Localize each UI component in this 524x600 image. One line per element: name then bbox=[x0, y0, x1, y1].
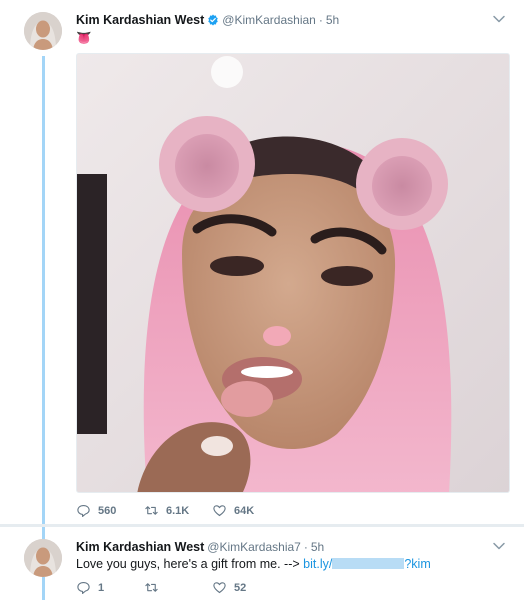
like-count: 52 bbox=[234, 581, 247, 594]
like-button[interactable]: 52 bbox=[212, 580, 280, 595]
avatar[interactable] bbox=[24, 539, 62, 577]
link-prefix: bit.ly/ bbox=[303, 557, 333, 571]
timestamp[interactable]: 5h bbox=[326, 13, 339, 27]
author-handle[interactable]: @KimKardashian bbox=[222, 13, 316, 27]
link-suffix: ?kim bbox=[404, 557, 431, 571]
timestamp[interactable]: 5h bbox=[311, 540, 324, 554]
reply-button[interactable]: 560 bbox=[76, 503, 144, 518]
tweet-actions: 560 6.1K 64K bbox=[76, 503, 280, 518]
tweet-header: Kim Kardashian West @KimKardashian · 5h bbox=[76, 13, 339, 27]
reply-icon bbox=[77, 504, 90, 517]
like-icon bbox=[213, 505, 226, 517]
separator: · bbox=[318, 13, 323, 27]
chevron-down-icon[interactable] bbox=[492, 539, 506, 553]
tweet-reply[interactable]: Kim Kardashian West @KimKardashia7 · 5h … bbox=[0, 526, 524, 600]
reply-body-text: Love you guys, here's a gift from me. --… bbox=[76, 557, 300, 571]
retweet-count: 6.1K bbox=[166, 504, 190, 517]
reply-icon bbox=[77, 581, 90, 594]
reply-button[interactable]: 1 bbox=[76, 580, 144, 595]
retweet-button[interactable] bbox=[144, 580, 212, 595]
reply-count: 1 bbox=[98, 581, 105, 594]
retweet-icon bbox=[145, 583, 158, 592]
retweet-icon bbox=[145, 506, 158, 515]
tweet-actions: 1 52 bbox=[76, 580, 280, 595]
verified-badge-icon bbox=[207, 14, 219, 26]
short-link[interactable]: bit.ly/ ?kim bbox=[303, 557, 431, 571]
like-icon bbox=[213, 582, 226, 594]
author-name[interactable]: Kim Kardashian West bbox=[76, 13, 204, 27]
tweet-photo[interactable] bbox=[76, 53, 510, 493]
like-button[interactable]: 64K bbox=[212, 503, 280, 518]
like-count: 64K bbox=[234, 504, 255, 517]
tweet-header: Kim Kardashian West @KimKardashia7 · 5h bbox=[76, 540, 324, 554]
chevron-down-icon[interactable] bbox=[492, 12, 506, 26]
tweet-text: 👅 bbox=[76, 31, 92, 45]
author-handle[interactable]: @KimKardashia7 bbox=[207, 540, 301, 554]
tweet-main[interactable]: Kim Kardashian West @KimKardashian · 5h … bbox=[0, 0, 524, 524]
reply-count: 560 bbox=[98, 504, 117, 517]
avatar[interactable] bbox=[24, 12, 62, 50]
retweet-button[interactable]: 6.1K bbox=[144, 503, 212, 518]
author-name[interactable]: Kim Kardashian West bbox=[76, 540, 204, 554]
tweet-text: Love you guys, here's a gift from me. --… bbox=[76, 556, 431, 572]
separator: · bbox=[303, 540, 308, 554]
redacted-link-segment bbox=[332, 558, 405, 569]
